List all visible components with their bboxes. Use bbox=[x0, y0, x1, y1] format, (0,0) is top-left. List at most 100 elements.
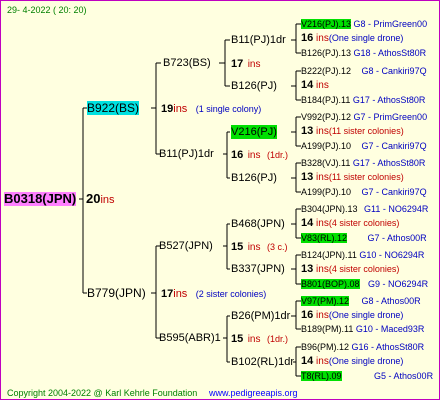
gen4-queen-12[interactable]: B801(BOP).08 bbox=[301, 279, 360, 289]
gen4-row-8: A199(PJ).10 G7 - Cankiri97Q bbox=[301, 185, 427, 199]
gen1-ins-1: ins bbox=[173, 103, 188, 115]
gen3-queen-7[interactable]: B26(PM)1dr bbox=[231, 309, 290, 323]
gen3-ins-5: ins bbox=[316, 218, 329, 229]
gen4-queen-14[interactable]: B189(PM).11 bbox=[301, 324, 353, 334]
gen2-ins-2: ins bbox=[247, 150, 261, 161]
gen1-queen-1[interactable]: B922(BS) bbox=[87, 101, 140, 115]
gen2-note-3: (3 c.) bbox=[266, 242, 288, 252]
gen4-src-7: G17 - AthosSt80R bbox=[352, 158, 426, 168]
gen3-count-6: 13 bbox=[301, 263, 314, 275]
gen3-ins-4: ins bbox=[316, 172, 329, 183]
gen4-row-6: A199(PJ).10 G7 - Cankiri97Q bbox=[301, 139, 427, 153]
gen1-note-2: (2 sister colonies) bbox=[195, 289, 267, 299]
gen2-count-3: 15 bbox=[231, 241, 244, 253]
gen4-src-9: G11 - NO6294R bbox=[364, 204, 429, 214]
gen4-row-16: T8(RL).09 G5 - Athos00R bbox=[301, 369, 433, 383]
gen4-queen-9[interactable]: B304(JPN).13 bbox=[301, 204, 358, 214]
gen1-count-1: 19 bbox=[161, 103, 174, 115]
gen4-queen-5[interactable]: V992(PJ).12 bbox=[301, 112, 351, 122]
gen2-count-1: 17 bbox=[231, 58, 244, 70]
gen3-note-7: (One single drone) bbox=[328, 310, 404, 320]
gen4-queen-2[interactable]: B126(PJ).13 bbox=[301, 48, 351, 58]
gen4-queen-1[interactable]: V216(PJ).13 bbox=[301, 19, 352, 29]
gen3-note-1: (One single drone) bbox=[328, 33, 404, 43]
gen4-row-15: B96(PM).12 G16 - AthosSt80R bbox=[301, 340, 424, 354]
report-date: 29- 4-2022 ( 20: 20) bbox=[7, 5, 87, 15]
gen4-queen-10[interactable]: V83(RL).12 bbox=[301, 233, 348, 243]
gen2-queen-4[interactable]: B595(ABR)1 bbox=[159, 331, 221, 345]
gen3-count-8: 14 bbox=[301, 355, 314, 367]
gen3-count-4: 13 bbox=[301, 171, 314, 183]
gen3-queen-1[interactable]: B11(PJ)1dr bbox=[231, 33, 286, 47]
gen4-src-4: G17 - AthosSt80R bbox=[352, 95, 426, 105]
gen4-row-14: B189(PM).11 G10 - Maced93R bbox=[301, 322, 424, 336]
gen4-row-7: B328(VJ).11 G17 - AthosSt80R bbox=[301, 156, 425, 170]
gen4-queen-16[interactable]: T8(RL).09 bbox=[301, 371, 342, 381]
copyright-text: Copyright 2004-2022 @ Karl Kehrle Founda… bbox=[7, 388, 198, 398]
gen3-info-7: 16 ins(One single drone) bbox=[301, 308, 403, 323]
gen4-queen-3[interactable]: B222(PJ).12 bbox=[301, 66, 351, 76]
gen3-ins-8: ins bbox=[316, 356, 329, 367]
gen4-src-16: G5 - Athos00R bbox=[374, 371, 434, 381]
gen2-queen-1[interactable]: B723(BS) bbox=[163, 56, 211, 70]
gen4-queen-15[interactable]: B96(PM).12 bbox=[301, 342, 349, 352]
gen3-ins-7: ins bbox=[316, 310, 329, 321]
gen4-row-13: V97(PM).12 G8 - Athos00R bbox=[301, 294, 421, 308]
gen3-ins-6: ins bbox=[316, 264, 329, 275]
gen4-row-1: V216(PJ).13 G8 - PrimGreen00 bbox=[301, 17, 427, 31]
gen4-queen-6[interactable]: A199(PJ).10 bbox=[301, 141, 351, 151]
gen2-info-4: 15 ins (1dr.) bbox=[231, 331, 288, 347]
gen4-queen-4[interactable]: B184(PJ).11 bbox=[301, 95, 350, 105]
gen1-ins-2: ins bbox=[173, 288, 188, 300]
gen3-ins-1: ins bbox=[316, 33, 329, 44]
gen2-info-2: 16 ins (1dr.) bbox=[231, 147, 288, 163]
gen3-count-7: 16 bbox=[301, 309, 314, 321]
gen3-note-4: (11 sister colonies) bbox=[328, 172, 404, 182]
gen3-info-1: 16 ins(One single drone) bbox=[301, 31, 403, 46]
gen3-info-3: 13 ins(11 sister colonies) bbox=[301, 124, 404, 139]
gen4-queen-13[interactable]: V97(PM).12 bbox=[301, 296, 350, 306]
gen4-queen-11[interactable]: B124(JPN).11 bbox=[301, 250, 357, 260]
gen4-src-2: G18 - AthosSt80R bbox=[353, 48, 427, 58]
gen3-note-8: (One single drone) bbox=[328, 356, 404, 366]
gen4-queen-7[interactable]: B328(VJ).11 bbox=[301, 158, 350, 168]
gen2-queen-2[interactable]: B11(PJ)1dr bbox=[159, 147, 214, 161]
gen3-info-5: 14 ins(4 sister colonies) bbox=[301, 216, 399, 231]
gen3-info-8: 14 ins(One single drone) bbox=[301, 354, 403, 369]
gen4-src-8: G7 - Cankiri97Q bbox=[361, 187, 427, 197]
gen3-ins-2: ins bbox=[316, 80, 329, 91]
gen2-count-2: 16 bbox=[231, 149, 244, 161]
gen4-src-1: G8 - PrimGreen00 bbox=[353, 19, 428, 29]
gen4-row-12: B801(BOP).08 G9 - NO6294R bbox=[301, 277, 428, 291]
gen4-src-12: G9 - NO6294R bbox=[368, 279, 429, 289]
gen4-queen-8[interactable]: A199(PJ).10 bbox=[301, 187, 351, 197]
gen2-queen-3[interactable]: B527(JPN) bbox=[159, 239, 213, 253]
gen4-src-6: G7 - Cankiri97Q bbox=[361, 141, 427, 151]
gen3-count-1: 16 bbox=[301, 32, 314, 44]
gen4-src-15: G16 - AthosSt80R bbox=[351, 342, 425, 352]
gen3-count-3: 13 bbox=[301, 125, 314, 137]
gen3-queen-8[interactable]: B102(RL)1dr bbox=[231, 355, 294, 369]
gen3-queen-6[interactable]: B337(JPN) bbox=[231, 262, 285, 276]
site-link[interactable]: www.pedigreeapis.org bbox=[209, 386, 298, 399]
gen4-row-11: B124(JPN).11 G10 - NO6294R bbox=[301, 248, 424, 262]
gen4-src-11: G10 - NO6294R bbox=[359, 250, 425, 260]
gen4-row-10: V83(RL).12 G7 - Athos00R bbox=[301, 231, 427, 245]
gen2-ins-3: ins bbox=[247, 242, 261, 253]
gen1-count-2: 17 bbox=[161, 288, 174, 300]
root-queen[interactable]: B0318(JPN) bbox=[4, 192, 77, 206]
gen3-queen-4[interactable]: B126(PJ) bbox=[231, 171, 277, 185]
gen3-count-5: 14 bbox=[301, 217, 314, 229]
gen2-note-2: (1dr.) bbox=[266, 150, 288, 160]
gen3-queen-5[interactable]: B468(JPN) bbox=[231, 217, 285, 231]
gen1-queen-2[interactable]: B779(JPN) bbox=[87, 286, 146, 300]
root-count: 20ins bbox=[86, 192, 115, 207]
gen4-src-3: G8 - Cankiri97Q bbox=[361, 66, 427, 76]
gen3-info-6: 13 ins(4 sister colonies) bbox=[301, 262, 399, 277]
gen4-src-14: G10 - Maced93R bbox=[355, 324, 425, 334]
gen3-queen-3[interactable]: V216(PJ) bbox=[231, 125, 277, 139]
gen3-info-2: 14 ins bbox=[301, 78, 329, 93]
gen4-src-13: G8 - Athos00R bbox=[361, 296, 421, 306]
gen3-queen-2[interactable]: B126(PJ) bbox=[231, 79, 277, 93]
gen1-info-2: 17ins (2 sister colonies) bbox=[161, 286, 266, 301]
